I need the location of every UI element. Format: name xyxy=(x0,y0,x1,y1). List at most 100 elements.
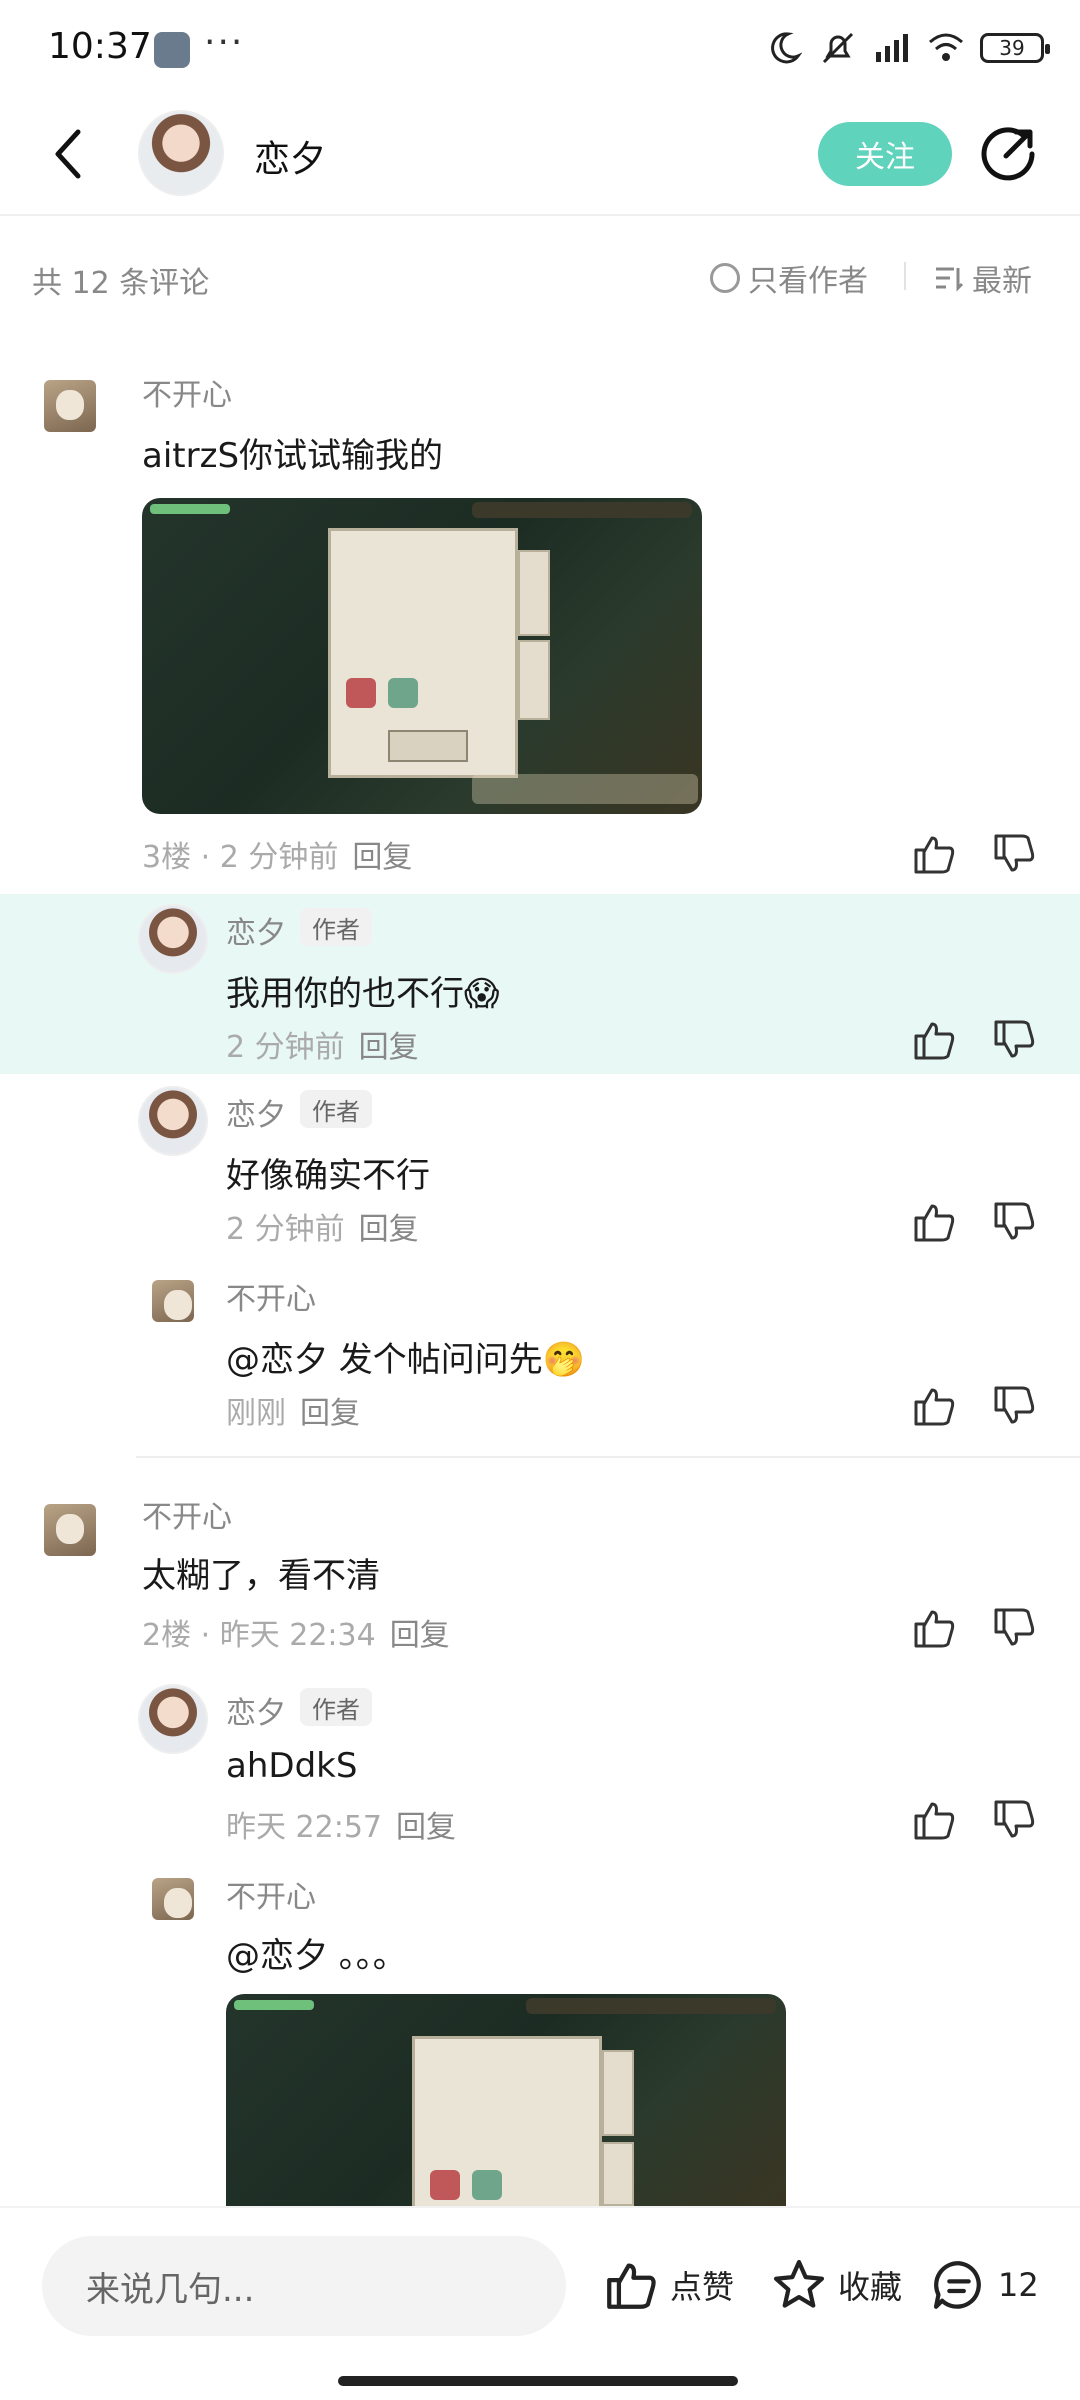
comment-meta: 2楼 · 昨天 22:34 回复 xyxy=(142,1610,450,1654)
sort-icon xyxy=(936,267,964,292)
favorite-label: 收藏 xyxy=(838,2268,903,2306)
reply-text: 我用你的也不行😱 xyxy=(226,974,500,1014)
reply-user[interactable]: 不开心 xyxy=(226,1872,316,1916)
game-top-bar xyxy=(526,1998,776,2014)
thumbs-down-icon[interactable] xyxy=(990,1604,1038,1652)
wifi-icon xyxy=(929,33,963,61)
reply-user[interactable]: 恋夕 xyxy=(226,1688,286,1732)
reply-image[interactable] xyxy=(226,1994,786,2206)
comment-input[interactable]: 来说几句... xyxy=(42,2236,566,2336)
thumbs-down-icon[interactable] xyxy=(990,1382,1038,1430)
reply-user[interactable]: 不开心 xyxy=(226,1274,316,1318)
thumbs-down-icon[interactable] xyxy=(990,1016,1038,1064)
comment-image[interactable] xyxy=(142,498,702,814)
reply-button[interactable]: 回复 xyxy=(390,1618,450,1653)
reply-button[interactable]: 回复 xyxy=(359,1212,419,1247)
home-indicator[interactable] xyxy=(338,2376,738,2386)
game-tab xyxy=(518,550,550,636)
mute-icon xyxy=(822,32,854,64)
bottom-action-bar: 来说几句... 点赞 收藏 12 xyxy=(0,2206,1080,2400)
thumbs-down-icon[interactable] xyxy=(990,830,1038,878)
reply-user[interactable]: 恋夕 xyxy=(226,1090,286,1134)
author-avatar[interactable] xyxy=(138,110,224,196)
thumbs-down-icon[interactable] xyxy=(990,1796,1038,1844)
back-button[interactable] xyxy=(40,122,96,186)
thumbs-up-icon[interactable] xyxy=(910,1382,958,1430)
user-avatar[interactable] xyxy=(44,1504,96,1556)
reply-avatar[interactable] xyxy=(138,1086,208,1156)
reply-text: @恋夕 发个帖问问先🤭 xyxy=(226,1340,586,1380)
thumbs-up-icon[interactable] xyxy=(910,830,958,878)
reply-avatar[interactable] xyxy=(138,1684,208,1754)
battery-level: 39 xyxy=(999,36,1025,60)
reply-avatar[interactable] xyxy=(138,904,208,974)
thumbs-up-icon xyxy=(607,2263,656,2309)
reply-avatar[interactable] xyxy=(152,1878,194,1920)
author-tag: 作者 xyxy=(300,1688,372,1726)
comment-text: aitrzS你试试输我的 xyxy=(142,436,444,476)
favorite-button[interactable]: 收藏 xyxy=(770,2256,902,2314)
comment-floor-time: 3楼 · 2 分钟前 xyxy=(142,840,339,875)
only-author-label: 只看作者 xyxy=(748,264,868,299)
battery-icon: 39 xyxy=(980,33,1050,63)
author-tag: 作者 xyxy=(300,1090,372,1128)
author-tag: 作者 xyxy=(300,908,372,946)
page-header: 恋夕 关注 xyxy=(0,96,1080,216)
more-notifications-icon: ··· xyxy=(204,22,245,63)
game-item xyxy=(472,2170,502,2200)
reply-button[interactable]: 回复 xyxy=(352,840,412,875)
reply-time: 昨天 22:57 xyxy=(226,1810,382,1845)
reply-time: 2 分钟前 xyxy=(226,1030,345,1065)
author-name[interactable]: 恋夕 xyxy=(254,130,326,182)
reply-time: 刚刚 xyxy=(226,1396,286,1431)
chat-bubble-icon xyxy=(933,2261,981,2309)
only-author-toggle[interactable]: 只看作者 xyxy=(710,256,868,300)
sort-button[interactable]: 最新 xyxy=(934,256,1032,300)
reply-time: 2 分钟前 xyxy=(226,1212,345,1247)
comment-user[interactable]: 不开心 xyxy=(142,1492,232,1536)
chevron-left-icon xyxy=(55,129,81,179)
moon-icon xyxy=(771,32,803,64)
reply-button[interactable]: 回复 xyxy=(359,1030,419,1065)
game-tab xyxy=(518,640,550,720)
user-avatar[interactable] xyxy=(44,380,96,432)
game-item xyxy=(388,678,418,708)
game-item xyxy=(346,678,376,708)
game-top-bar xyxy=(472,502,692,518)
thumbs-up-icon[interactable] xyxy=(910,1016,958,1064)
comment-count: 共 12 条评论 xyxy=(32,266,210,301)
comment-text: 太糊了，看不清 xyxy=(142,1556,380,1596)
reply-button[interactable]: 回复 xyxy=(396,1810,456,1845)
reply-text: @恋夕 。。。 xyxy=(226,1936,407,1976)
reply-text: 好像确实不行 xyxy=(226,1156,430,1196)
game-tab xyxy=(602,2050,634,2136)
like-button[interactable]: 点赞 xyxy=(602,2256,734,2314)
status-bar: 10:37 ··· 39 xyxy=(0,0,1080,96)
thumbs-up-icon[interactable] xyxy=(910,1198,958,1246)
follow-button[interactable]: 关注 xyxy=(818,122,952,186)
reply-meta: 2 分钟前 回复 xyxy=(226,1204,419,1248)
thumbs-up-icon[interactable] xyxy=(910,1604,958,1652)
reply-meta: 刚刚 回复 xyxy=(226,1388,360,1432)
game-tab xyxy=(602,2142,634,2206)
star-icon xyxy=(773,2259,825,2308)
share-button[interactable] xyxy=(976,122,1040,186)
thumbs-up-icon[interactable] xyxy=(910,1796,958,1844)
game-hp-bar xyxy=(150,504,230,514)
reply-avatar[interactable] xyxy=(152,1280,194,1322)
signal-icon xyxy=(876,34,908,62)
comment-floor-time: 2楼 · 昨天 22:34 xyxy=(142,1618,376,1653)
comment-count-badge: 12 xyxy=(998,2266,1039,2304)
reply-user[interactable]: 恋夕 xyxy=(226,908,286,952)
comments-button[interactable]: 12 xyxy=(930,2256,1039,2314)
reply-button[interactable]: 回复 xyxy=(300,1396,360,1431)
comment-meta-bar: 共 12 条评论 只看作者 最新 xyxy=(0,216,1080,336)
thumbs-down-icon[interactable] xyxy=(990,1198,1038,1246)
divider xyxy=(904,262,906,290)
comment-meta: 3楼 · 2 分钟前 回复 xyxy=(142,832,412,876)
status-time: 10:37 xyxy=(48,26,152,67)
wrench-icon xyxy=(154,32,190,68)
sort-label: 最新 xyxy=(972,264,1032,299)
comment-user[interactable]: 不开心 xyxy=(142,370,232,414)
reply-meta: 昨天 22:57 回复 xyxy=(226,1802,456,1846)
